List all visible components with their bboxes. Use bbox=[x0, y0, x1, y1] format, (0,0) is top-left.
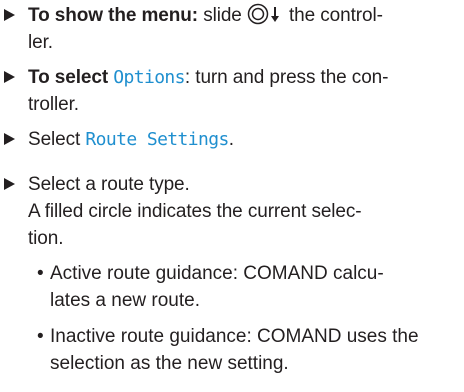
instruction-page: To show the menu: slide the control-ler.… bbox=[0, 0, 464, 392]
step-triangle-icon bbox=[4, 71, 15, 83]
step-text: To show the menu: slide the control-ler. bbox=[28, 2, 458, 56]
step-text: To select Options: turn and press the co… bbox=[28, 64, 458, 118]
menu-item-options: Options bbox=[113, 67, 185, 88]
bullet-active-guidance: • Active route guidance: COMAND calcu-la… bbox=[28, 260, 458, 314]
bullet-dot-icon: • bbox=[37, 326, 44, 347]
step-select-route-type: Select a route type. A filled circle ind… bbox=[0, 171, 464, 252]
step-heading: To show the menu: bbox=[28, 5, 198, 26]
bullet-inactive-guidance: • Inactive route guidance: COMAND uses t… bbox=[28, 323, 458, 377]
step-triangle-icon bbox=[4, 178, 15, 190]
step-text: Select a route type. A filled circle ind… bbox=[28, 171, 458, 252]
step-body: Select bbox=[28, 129, 81, 150]
controller-slide-down-icon bbox=[247, 3, 279, 25]
step-select-route-settings: Select Route Settings. bbox=[0, 126, 464, 153]
step-triangle-icon bbox=[4, 133, 15, 145]
bullet-text: Inactive route guidance: COMAND uses the… bbox=[50, 326, 419, 374]
step-text: Select Route Settings. bbox=[28, 126, 458, 153]
step-body: slide bbox=[203, 5, 242, 26]
bullet-text: Active route guidance: COMAND calcu-late… bbox=[50, 263, 384, 311]
step-body-end: . bbox=[228, 129, 234, 150]
step-select-options: To select Options: turn and press the co… bbox=[0, 64, 464, 118]
step-note: A filled circle indicates the current se… bbox=[28, 201, 362, 249]
step-triangle-icon bbox=[4, 9, 15, 21]
step-body: Select a route type. bbox=[28, 174, 190, 195]
menu-item-route-settings: Route Settings bbox=[85, 129, 229, 150]
step-show-menu: To show the menu: slide the control-ler. bbox=[0, 2, 464, 56]
bullet-dot-icon: • bbox=[37, 263, 44, 284]
step-heading: To select bbox=[28, 67, 109, 88]
